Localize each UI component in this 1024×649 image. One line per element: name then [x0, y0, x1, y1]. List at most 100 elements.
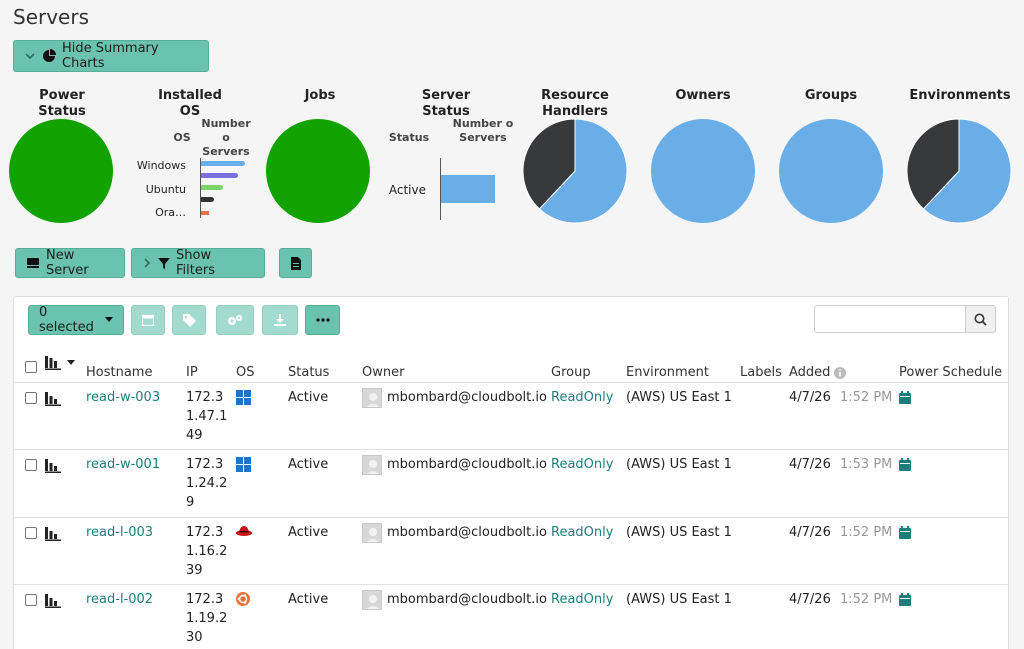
status-bar-active[interactable] — [441, 175, 495, 203]
calendar-icon[interactable] — [899, 458, 911, 471]
os-chart-column-os: OS — [173, 131, 191, 144]
os-chart-column-count: Number o Servers — [201, 117, 251, 158]
document-icon — [290, 256, 301, 270]
hide-summary-charts-button[interactable]: Hide Summary Charts — [13, 40, 209, 72]
hostname-link[interactable]: read-l-003 — [86, 523, 153, 542]
owner-email: mbombard@cloudbolt.io — [387, 390, 547, 405]
user-icon — [366, 393, 380, 407]
show-filters-button[interactable]: Show Filters — [131, 248, 265, 278]
added-time: 1:52 PM — [840, 592, 893, 607]
status-text: Active — [288, 592, 329, 607]
groups-pie-slice[interactable] — [779, 119, 883, 223]
schedule-action-button[interactable] — [131, 305, 165, 335]
new-server-button[interactable]: New Server — [15, 248, 125, 278]
resource-handlers-pie-slice[interactable] — [522, 118, 576, 210]
column-header-labels[interactable]: Labels — [740, 365, 782, 380]
chart-title-power-status: Power Status — [38, 88, 86, 119]
row-checkbox[interactable] — [25, 392, 37, 404]
hostname-link[interactable]: read-w-001 — [86, 455, 160, 474]
row-details-bar-icon[interactable] — [45, 594, 61, 608]
windows-icon — [236, 390, 251, 405]
server-icon — [27, 258, 39, 268]
filter-icon — [158, 258, 170, 269]
windows-icon — [236, 457, 251, 472]
row-details-bar-icon[interactable] — [45, 459, 61, 473]
environments-pie-slice[interactable] — [906, 118, 960, 210]
header-divider — [14, 382, 1008, 383]
selection-dropdown-button[interactable]: 0 selected — [28, 305, 124, 335]
chart-title-groups: Groups — [804, 88, 858, 103]
column-header-owner[interactable]: Owner — [362, 365, 404, 380]
ip-address: 172.3 1.16.2 39 — [186, 525, 228, 578]
gears-action-button[interactable] — [216, 305, 254, 335]
row-details-bar-icon[interactable] — [45, 392, 61, 406]
ellipsis-icon — [315, 318, 330, 322]
environments-pie-slice[interactable] — [922, 118, 1012, 224]
environment-text: (AWS) US East 1 — [626, 457, 732, 472]
hostname-link[interactable]: read-l-002 — [86, 590, 153, 609]
row-checkbox[interactable] — [25, 459, 37, 471]
status-text: Active — [288, 525, 329, 540]
group-link[interactable]: ReadOnly — [551, 523, 613, 542]
os-bar[interactable] — [201, 173, 239, 178]
caret-down-icon — [105, 317, 113, 322]
row-details-bar-icon[interactable] — [45, 527, 61, 541]
calendar-icon[interactable] — [899, 526, 911, 539]
ip-address: 172.3 1.19.2 30 — [186, 592, 228, 645]
column-header-environment[interactable]: Environment — [626, 365, 709, 380]
user-icon — [366, 460, 380, 474]
status-chart-column-status: Status — [388, 131, 430, 144]
group-link[interactable]: ReadOnly — [551, 590, 613, 609]
added-date: 4/7/26 — [789, 390, 831, 405]
os-bar[interactable] — [201, 161, 245, 166]
chart-title-server-status: Server Status — [421, 88, 471, 119]
column-header-status[interactable]: Status — [288, 365, 329, 380]
owners-pie-slice[interactable] — [651, 119, 755, 223]
os-icon-cell — [236, 457, 251, 476]
search-button[interactable] — [965, 305, 996, 333]
status-category-label: Active — [388, 183, 426, 197]
os-bar[interactable] — [201, 211, 209, 215]
download-action-button[interactable] — [262, 305, 298, 335]
export-document-button[interactable] — [279, 248, 312, 278]
avatar — [362, 455, 382, 475]
user-icon — [366, 528, 380, 542]
user-icon — [366, 595, 380, 609]
column-chooser-button[interactable] — [45, 356, 75, 370]
owner-email: mbombard@cloudbolt.io — [387, 592, 547, 607]
column-header-ip[interactable]: IP — [186, 365, 198, 380]
os-bar[interactable] — [201, 197, 215, 202]
calendar-icon[interactable] — [899, 593, 911, 606]
jobs-pie-slice[interactable] — [266, 119, 370, 223]
chart-title-resource-handlers: Resource Handlers — [541, 88, 609, 119]
calendar-icon[interactable] — [899, 391, 911, 404]
column-header-os[interactable]: OS — [236, 365, 254, 380]
os-bar[interactable] — [201, 185, 223, 190]
column-header-hostname[interactable]: Hostname — [86, 365, 152, 380]
bar-chart-icon — [45, 356, 61, 370]
os-category-label: Ora… — [155, 206, 186, 219]
row-checkbox[interactable] — [25, 527, 37, 539]
more-actions-button[interactable] — [305, 305, 340, 335]
status-chart-column-count: Number o Servers — [452, 117, 514, 144]
group-link[interactable]: ReadOnly — [551, 455, 613, 474]
added-date: 4/7/26 — [789, 592, 831, 607]
row-checkbox[interactable] — [25, 594, 37, 606]
select-all-checkbox[interactable] — [25, 361, 37, 373]
info-icon — [834, 366, 847, 379]
chart-title-environments: Environments — [909, 88, 1011, 103]
group-link[interactable]: ReadOnly — [551, 388, 613, 407]
download-icon — [274, 314, 286, 326]
column-header-power-schedule[interactable]: Power Schedule — [899, 365, 1002, 380]
chevron-right-icon — [144, 258, 151, 268]
tag-action-button[interactable] — [172, 305, 206, 335]
search-input[interactable] — [814, 305, 966, 333]
os-icon-cell — [236, 390, 251, 409]
resource-handlers-pie-slice[interactable] — [538, 118, 628, 224]
column-header-group[interactable]: Group — [551, 365, 591, 380]
column-header-added[interactable]: Added — [789, 365, 847, 380]
os-category-label: Ubuntu — [145, 183, 186, 196]
power-status-pie-slice[interactable] — [9, 119, 113, 223]
ip-address: 172.3 1.47.1 49 — [186, 390, 228, 443]
hostname-link[interactable]: read-w-003 — [86, 388, 160, 407]
